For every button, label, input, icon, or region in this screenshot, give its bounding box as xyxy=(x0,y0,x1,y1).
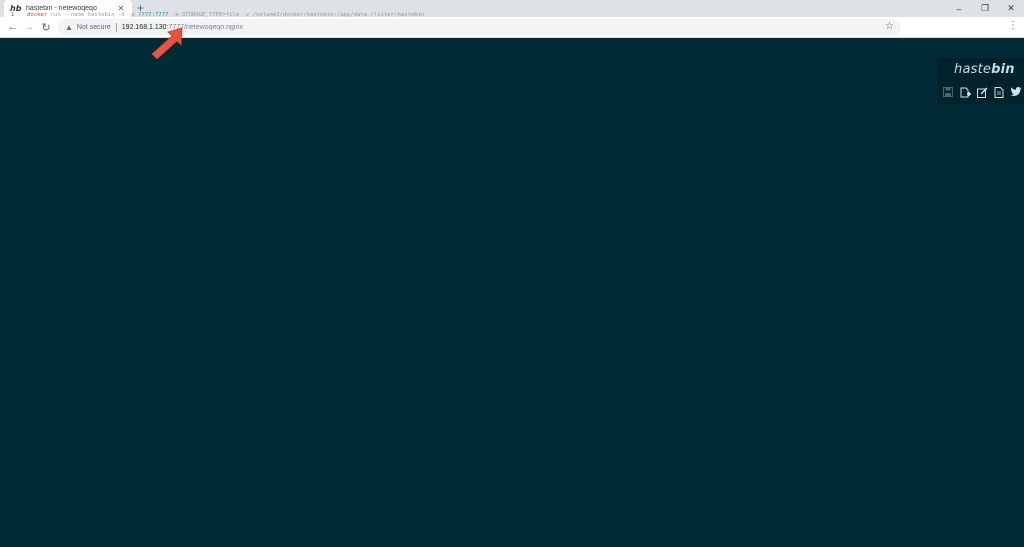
bookmark-star-icon[interactable]: ☆ xyxy=(885,21,894,32)
new-document-icon[interactable] xyxy=(959,86,971,98)
not-secure-label[interactable]: Not secure xyxy=(77,24,111,31)
tab-title: hastebin - netewoqeqo xyxy=(26,5,97,12)
forward-arrow-icon[interactable]: → xyxy=(22,20,36,34)
logo-haste: haste xyxy=(954,62,992,77)
code-token-args: run --name hastebin -d -p xyxy=(47,12,139,18)
twitter-icon[interactable] xyxy=(1010,86,1022,98)
line-number: 1 xyxy=(11,12,15,18)
code-token-port: 7777:7777 xyxy=(138,12,169,18)
hastebin-editor[interactable] xyxy=(0,55,1024,547)
reload-icon[interactable]: ↻ xyxy=(39,20,53,34)
close-window-button[interactable]: ✕ xyxy=(998,0,1024,17)
warning-triangle-icon[interactable]: ▲ xyxy=(65,23,73,32)
restore-button[interactable]: ❐ xyxy=(972,0,998,17)
code-line[interactable]: docker run --name hastebin -d -p 7777:77… xyxy=(27,12,424,18)
back-arrow-icon[interactable]: ← xyxy=(6,20,20,34)
raw-icon[interactable] xyxy=(993,86,1005,98)
code-token-rest: -e STORAGE_TYPE=file -v /volume1/docker/… xyxy=(168,12,425,18)
code-token-command: docker xyxy=(27,12,48,18)
edit-icon[interactable] xyxy=(976,86,988,98)
url-path: /netewoqeqo.nginx xyxy=(184,23,243,31)
hastebin-logo: hastebin xyxy=(954,62,1015,77)
logo-bin: bin xyxy=(991,62,1015,77)
hastebin-actions xyxy=(942,86,1022,98)
annotation-arrow-icon xyxy=(151,27,183,60)
browser-menu-icon[interactable]: ⋮ xyxy=(1008,20,1018,31)
save-icon[interactable] xyxy=(942,86,954,98)
omnibox-divider xyxy=(115,22,117,32)
minimize-button[interactable]: – xyxy=(946,0,972,17)
window-controls: – ❐ ✕ xyxy=(946,0,1024,17)
annotation-arrow-shape xyxy=(151,27,183,60)
